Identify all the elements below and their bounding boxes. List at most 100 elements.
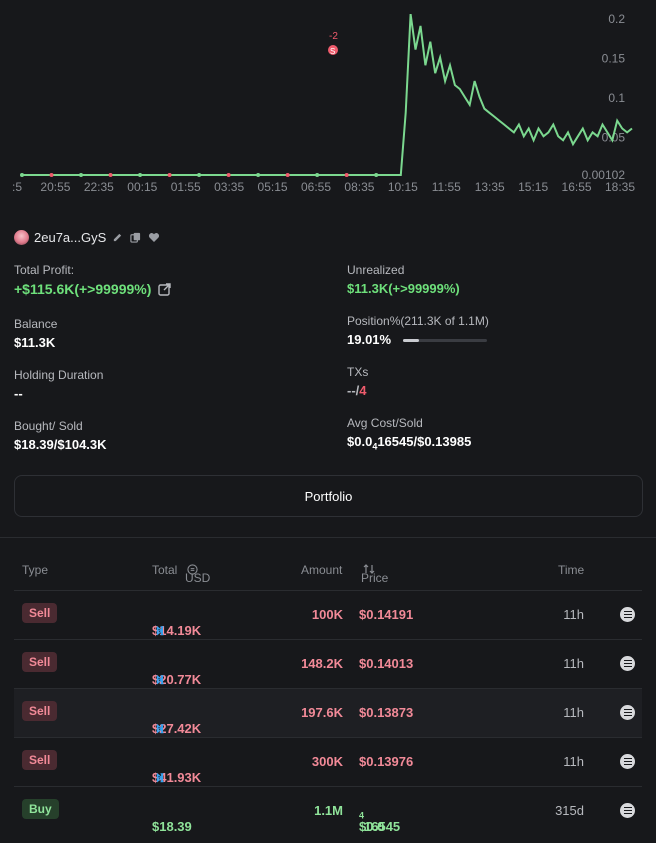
svg-text:S: S xyxy=(330,47,335,56)
wallet-avatar xyxy=(14,230,29,245)
row-amount: 197.6K xyxy=(301,705,343,720)
position-progress-fill xyxy=(402,339,419,343)
chart-point xyxy=(344,173,349,177)
chart-point xyxy=(285,173,290,177)
wallet-header: 2eu7a...GyS xyxy=(14,230,160,245)
x-tick-label: 01:55 xyxy=(171,180,201,194)
y-tick-label: 0.2 xyxy=(608,12,625,26)
balance-label: Balance xyxy=(14,317,58,331)
section-divider xyxy=(0,537,656,538)
row-time: 11h xyxy=(563,754,584,769)
row-price: $0.13976 xyxy=(359,754,414,769)
chart-point xyxy=(226,173,231,177)
external-link-icon[interactable] xyxy=(158,283,171,299)
chart-point xyxy=(197,173,202,177)
dolphin-icon: Ⱝ xyxy=(156,721,164,736)
heart-icon[interactable] xyxy=(147,231,160,244)
x-tick-label: 10:15 xyxy=(388,180,418,194)
portfolio-button[interactable]: Portfolio xyxy=(14,475,643,517)
row-detail-icon[interactable] xyxy=(620,705,635,720)
table-row[interactable]: Sell $27.42K Ⱝ 197.6K $0.13873 11h xyxy=(14,688,642,737)
position-label: Position%(211.3K of 1.1M) xyxy=(347,314,489,328)
row-price: $0.13873 xyxy=(359,705,414,720)
total-profit-label: Total Profit: xyxy=(14,263,75,277)
unrealized-label: Unrealized xyxy=(347,263,405,277)
svg-text:-2: -2 xyxy=(329,31,338,42)
col-price[interactable]: Price xyxy=(361,563,388,585)
row-detail-icon[interactable] xyxy=(620,803,635,818)
chart-point xyxy=(138,173,143,177)
dolphin-icon: Ⱝ xyxy=(156,623,164,638)
chart-point xyxy=(49,173,54,177)
x-tick-label: 22:35 xyxy=(84,180,114,194)
col-type: Type xyxy=(22,563,49,577)
avg-cost-sold: Avg Cost/Sold $0.0416545/$0.13985 xyxy=(347,416,471,452)
row-price: $0.0 4 16545 xyxy=(359,810,401,834)
row-type-badge: Sell xyxy=(22,701,58,721)
txs-label: TXs xyxy=(347,365,369,379)
chart-point xyxy=(315,173,320,177)
chart-point xyxy=(20,173,24,177)
row-type-badge: Sell xyxy=(22,603,58,623)
row-detail-icon[interactable] xyxy=(620,607,635,622)
row-price: $0.14013 xyxy=(359,656,414,671)
table-row[interactable]: Sell $41.93K Ⱝ 300K $0.13976 11h xyxy=(14,737,642,786)
bought-sold: Bought/ Sold $18.39/$104.3K xyxy=(14,419,107,452)
chart-point xyxy=(256,173,261,177)
x-tick-label: 08:35 xyxy=(344,180,374,194)
sell-marker[interactable]: S -2 xyxy=(328,31,338,56)
row-time: 315d xyxy=(555,803,584,818)
price-line xyxy=(22,13,633,176)
position: Position%(211.3K of 1.1M) 19.01% xyxy=(347,314,489,347)
x-tick-label: 05:15 xyxy=(258,180,288,194)
table-row[interactable]: Buy $18.39 1.1M $0.0 4 16545 315d xyxy=(14,786,642,835)
x-tick-label: 16:55 xyxy=(562,180,592,194)
chart-point xyxy=(167,173,172,177)
table-header: Type Total USD Amount Price Time xyxy=(0,555,656,585)
chart-point xyxy=(374,173,379,177)
col-usd-toggle[interactable]: USD xyxy=(185,563,210,585)
dolphin-icon: Ⱝ xyxy=(156,770,164,785)
x-tick-label: 06:55 xyxy=(301,180,331,194)
chart-point xyxy=(79,173,84,177)
y-tick-label: 0.15 xyxy=(602,51,626,65)
row-type-badge: Sell xyxy=(22,652,58,672)
holding-label: Holding Duration xyxy=(14,368,104,382)
price-chart[interactable]: 0.20.150.10.050.00102 :5 20:55 22:35 00:15 0… xyxy=(0,0,656,200)
row-amount: 1.1M xyxy=(314,803,343,818)
row-time: 11h xyxy=(563,705,584,720)
x-tick-label: 03:35 xyxy=(214,180,244,194)
chart-point xyxy=(108,173,113,177)
total-profit: Total Profit: +$115.6K(+>99999%) xyxy=(14,263,171,299)
holding-duration: Holding Duration -- xyxy=(14,368,103,401)
unrealized-value: $11.3K(+>99999%) xyxy=(347,281,460,296)
txs: TXs --/4 xyxy=(347,365,368,398)
bought-sold-value: $18.39/$104.3K xyxy=(14,437,107,452)
row-amount: 100K xyxy=(311,607,343,622)
row-detail-icon[interactable] xyxy=(620,754,635,769)
edit-icon[interactable] xyxy=(111,231,124,244)
position-progress-bar xyxy=(402,339,487,343)
total-profit-value: +$115.6K(+>99999%) xyxy=(14,281,152,297)
x-tick-label: 13:35 xyxy=(475,180,505,194)
wallet-address[interactable]: 2eu7a...GyS xyxy=(34,230,106,245)
copy-icon[interactable] xyxy=(129,231,142,244)
row-type-badge: Sell xyxy=(22,750,58,770)
txs-sells: 4 xyxy=(359,383,367,398)
col-time: Time xyxy=(558,563,585,577)
x-tick-label: 15:15 xyxy=(518,180,548,194)
row-detail-icon[interactable] xyxy=(620,656,635,671)
dolphin-icon: Ⱝ xyxy=(156,672,164,687)
txs-buys: -- xyxy=(347,383,356,398)
avg-label: Avg Cost/Sold xyxy=(347,416,423,430)
x-tick-label: :5 xyxy=(12,180,22,194)
col-amount: Amount xyxy=(301,563,343,577)
x-tick-label: 11:55 xyxy=(432,180,461,194)
position-value: 19.01% xyxy=(347,332,392,347)
row-type-badge: Buy xyxy=(22,799,59,819)
x-tick-label: 18:35 xyxy=(605,180,635,194)
table-row[interactable]: Sell $20.77K Ⱝ 148.2K $0.14013 11h xyxy=(14,639,642,688)
holding-value: -- xyxy=(14,386,23,401)
table-row[interactable]: Sell $14.19K Ⱝ 100K $0.14191 11h xyxy=(14,590,642,639)
balance-value: $11.3K xyxy=(14,335,56,350)
